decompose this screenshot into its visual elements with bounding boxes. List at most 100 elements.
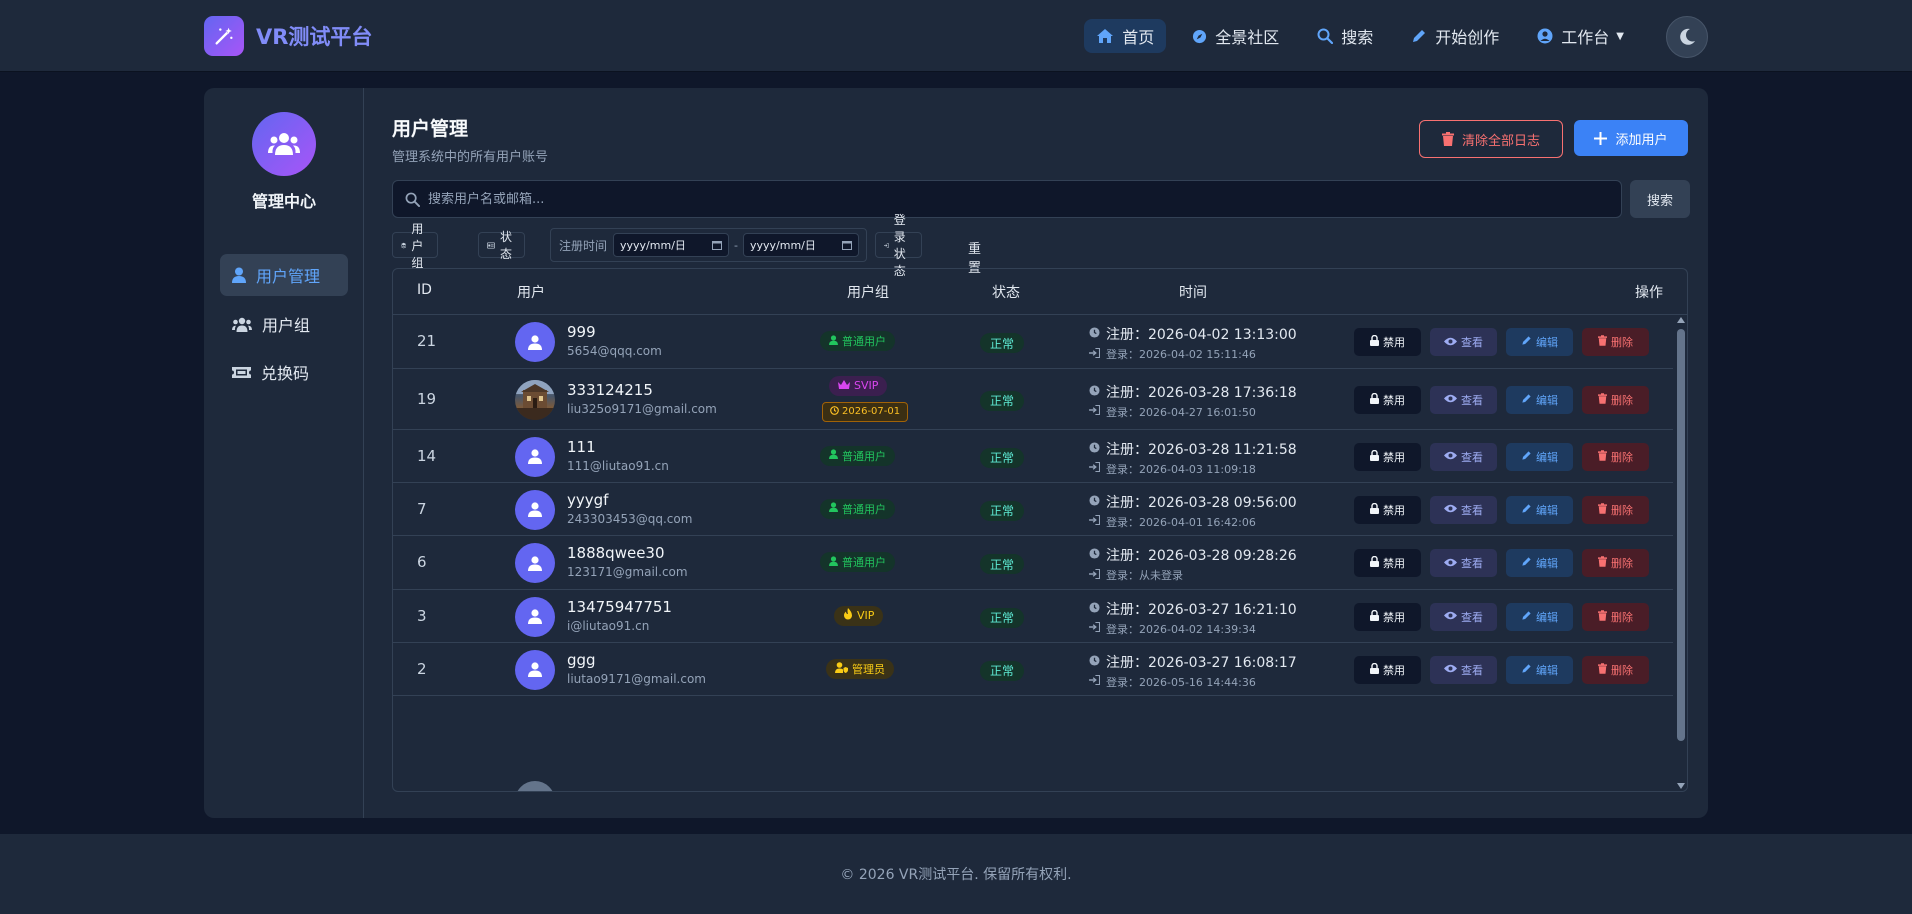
filter-status[interactable]: 状态 (478, 230, 526, 261)
sign-in-icon (1089, 674, 1106, 688)
brand-logo[interactable]: VR测试平台 (204, 16, 372, 56)
avatar (515, 379, 555, 420)
group-badge: 普通用户 (820, 498, 895, 519)
ban-label: 禁用 (1383, 610, 1405, 624)
row-actions: 禁用 查看 编辑 删除 (1354, 385, 1658, 414)
view-button[interactable]: 查看 (1430, 549, 1497, 577)
sidebar-item-label: 兑换码 (261, 364, 310, 383)
registered-time: 注册：2026-03-28 09:56:00 (1089, 492, 1297, 512)
edit-button[interactable]: 编辑 (1506, 602, 1573, 631)
add-user-button[interactable]: 添加用户 (1574, 120, 1688, 156)
ban-button[interactable]: 禁用 (1354, 495, 1421, 524)
view-label: 查看 (1461, 557, 1483, 570)
user-id: 21 (417, 332, 437, 350)
ban-button[interactable]: 禁用 (1354, 385, 1421, 414)
user-icon (829, 449, 842, 462)
sidebar-item-user-management[interactable]: 用户管理 (220, 254, 348, 296)
edit-button[interactable]: 编辑 (1506, 655, 1573, 684)
view-button[interactable]: 查看 (1430, 602, 1497, 631)
user-circle-icon (1537, 28, 1553, 44)
ban-button[interactable]: 禁用 (1354, 549, 1421, 577)
delete-label: 删除 (1611, 450, 1633, 464)
table-scrollbar[interactable] (1674, 315, 1687, 791)
search-button[interactable]: 搜索 (1630, 180, 1690, 218)
view-label: 查看 (1461, 450, 1483, 464)
delete-button[interactable]: 删除 (1582, 602, 1649, 631)
filter-user-group[interactable]: 用户组 (392, 222, 439, 270)
search-icon (405, 192, 420, 207)
user-icon (829, 555, 842, 569)
status-badge: 正常 (980, 660, 1024, 681)
delete-button[interactable]: 删除 (1582, 495, 1649, 524)
edit-button[interactable]: 编辑 (1506, 495, 1573, 524)
ban-button[interactable]: 禁用 (1354, 328, 1421, 356)
delete-button[interactable]: 删除 (1582, 655, 1649, 684)
registered-time: 注册：2026-03-27 16:08:17 (1089, 652, 1297, 672)
pencil-icon (1521, 450, 1536, 464)
view-button[interactable]: 查看 (1430, 442, 1497, 471)
nav-create[interactable]: 开始创作 (1399, 19, 1511, 53)
user-name: 111 (567, 437, 596, 456)
scroll-thumb[interactable] (1677, 329, 1685, 741)
ban-button[interactable]: 禁用 (1354, 602, 1421, 631)
users-icon (232, 317, 252, 332)
scroll-down-arrow[interactable] (1677, 783, 1685, 789)
status-badge: 正常 (980, 390, 1024, 411)
user-avatar-icon (515, 489, 555, 530)
sidebar-item-user-groups[interactable]: 用户组 (220, 303, 348, 345)
row-actions: 禁用 查看 编辑 删除 (1354, 495, 1658, 524)
nav-workbench-dropdown[interactable]: 工作台 ▼ (1525, 19, 1636, 53)
ban-button[interactable]: 禁用 (1354, 655, 1421, 684)
user-email: 243303453@qq.com (567, 511, 693, 526)
lock-icon (1370, 662, 1383, 677)
edit-button[interactable]: 编辑 (1506, 549, 1573, 577)
search-field (392, 180, 1622, 218)
sidebar-item-redeem-codes[interactable]: 兑换码 (220, 351, 348, 393)
edit-button[interactable]: 编辑 (1506, 385, 1573, 414)
admin-card: 管理中心 用户管理 用户组 兑换码 用户管理 管理系统中的所有用户账号 清除全部… (204, 88, 1708, 818)
edit-button[interactable]: 编辑 (1506, 442, 1573, 471)
ban-label: 禁用 (1383, 503, 1405, 517)
view-button[interactable]: 查看 (1430, 385, 1497, 414)
users-table: ID 用户 用户组 状态 时间 操作 21 999 5654@qqq.com 普… (392, 268, 1688, 792)
delete-button[interactable]: 删除 (1582, 442, 1649, 471)
pencil-icon (1521, 503, 1536, 517)
view-label: 查看 (1461, 610, 1483, 624)
sign-in-icon (1089, 404, 1106, 418)
delete-label: 删除 (1611, 393, 1633, 407)
login-time: 登录：2026-04-03 11:09:18 (1089, 461, 1256, 477)
clock-icon (1089, 326, 1106, 342)
theme-toggle-button[interactable] (1666, 16, 1708, 58)
nav-community[interactable]: 全景社区 (1180, 19, 1291, 53)
edit-button[interactable]: 编辑 (1506, 328, 1573, 356)
row-actions: 禁用 查看 编辑 删除 (1354, 655, 1658, 684)
delete-button[interactable]: 删除 (1582, 385, 1649, 414)
delete-button[interactable]: 删除 (1582, 549, 1649, 577)
date-to-input[interactable]: yyyy/mm/日 (743, 233, 859, 257)
user-avatar-icon (515, 322, 555, 362)
group-badge-label: 普通用户 (842, 449, 886, 463)
search-input[interactable] (428, 191, 1578, 207)
filter-login-status[interactable]: 登录状态 (875, 213, 923, 278)
clear-all-logs-button[interactable]: 清除全部日志 (1419, 120, 1563, 158)
edit-label: 编辑 (1536, 557, 1558, 570)
date-from-input[interactable]: yyyy/mm/日 (613, 233, 730, 257)
view-button[interactable]: 查看 (1430, 328, 1497, 356)
view-button[interactable]: 查看 (1430, 655, 1497, 684)
lock-icon (1370, 609, 1383, 624)
view-button[interactable]: 查看 (1430, 495, 1497, 524)
magic-wand-icon (204, 16, 244, 56)
scroll-up-arrow[interactable] (1677, 317, 1685, 323)
delete-button[interactable]: 删除 (1582, 328, 1649, 356)
group-badge: 普通用户 (820, 445, 895, 466)
ban-button[interactable]: 禁用 (1354, 442, 1421, 471)
nav-home-label: 首页 (1122, 28, 1155, 47)
clock-icon (1089, 654, 1106, 670)
delete-label: 删除 (1611, 503, 1633, 517)
nav-search[interactable]: 搜索 (1305, 19, 1385, 53)
nav-home[interactable]: 首页 (1084, 19, 1167, 53)
moon-icon (1680, 28, 1695, 45)
add-user-label: 添加用户 (1615, 132, 1668, 148)
sign-in-icon (1089, 621, 1106, 635)
col-user: 用户 (517, 285, 545, 301)
